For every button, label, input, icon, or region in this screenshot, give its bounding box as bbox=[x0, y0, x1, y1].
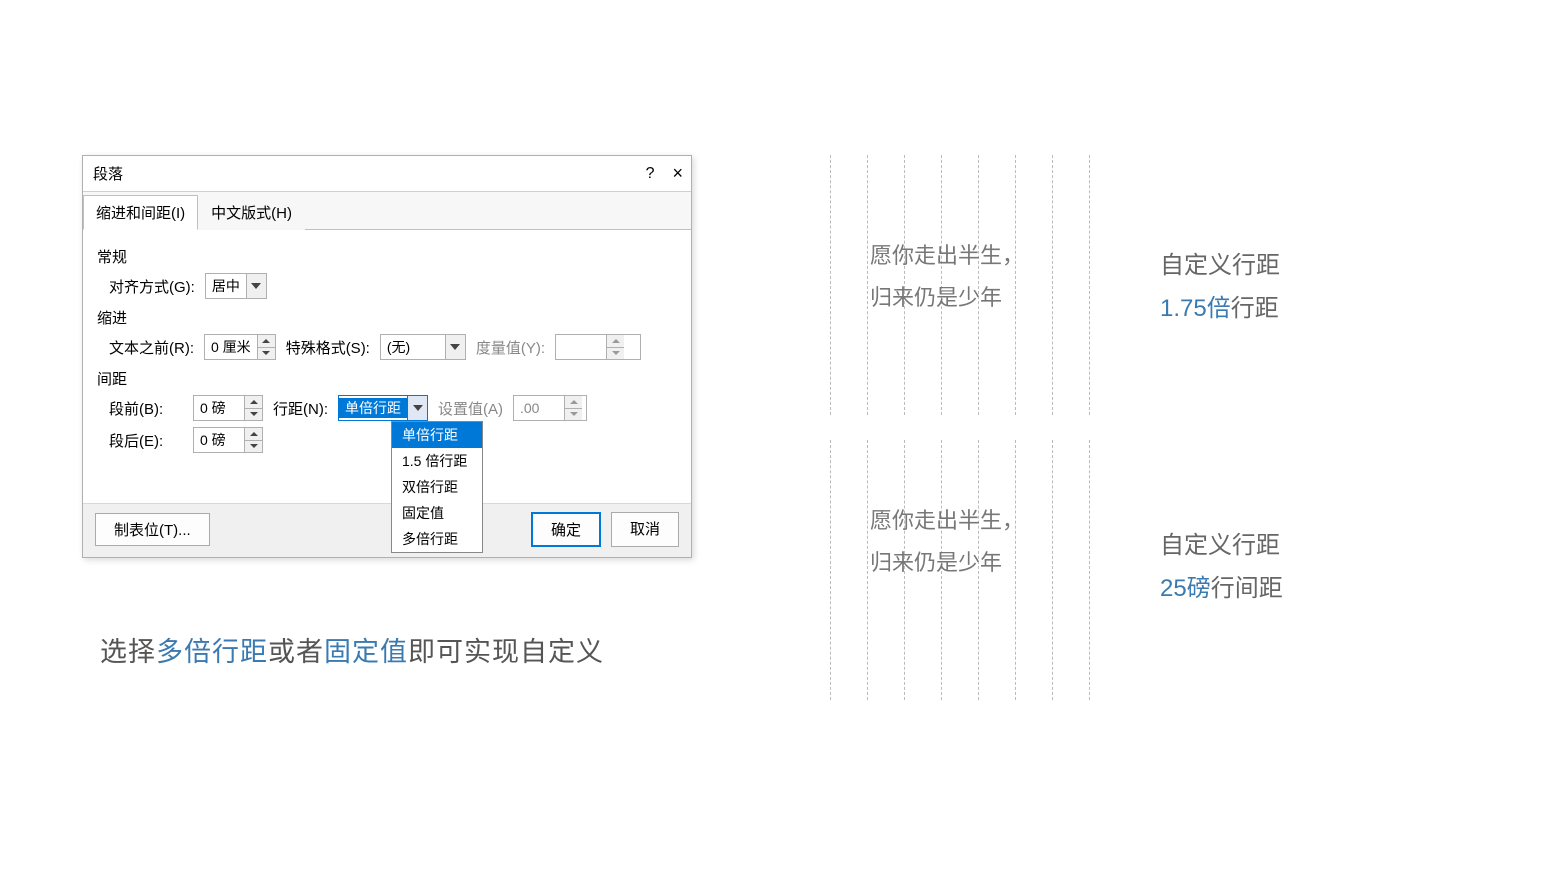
alignment-combo[interactable]: 居中 bbox=[205, 273, 267, 299]
before-para-value: 0 磅 bbox=[194, 396, 244, 420]
annotation-label: 自定义行距 bbox=[1160, 525, 1283, 560]
chevron-down-icon bbox=[407, 396, 427, 420]
dropdown-item-fixed[interactable]: 固定值 bbox=[392, 500, 482, 526]
tab-indent-spacing[interactable]: 缩进和间距(I) bbox=[83, 195, 198, 230]
spinner-up-icon[interactable] bbox=[565, 396, 582, 409]
special-format-combo[interactable]: (无) bbox=[380, 334, 466, 360]
alignment-value: 居中 bbox=[206, 276, 246, 296]
caption-highlight: 多倍行距 bbox=[156, 637, 268, 667]
dropdown-item-1-5[interactable]: 1.5 倍行距 bbox=[392, 448, 482, 474]
special-format-value: (无) bbox=[381, 337, 445, 357]
text-before-value: 0 厘米 bbox=[205, 335, 257, 359]
spinner-down-icon[interactable] bbox=[565, 409, 582, 421]
spinner-up-icon[interactable] bbox=[245, 428, 262, 441]
line-spacing-value: 单倍行距 bbox=[339, 398, 407, 418]
cancel-button-label: 取消 bbox=[630, 521, 660, 538]
spinner-up-icon[interactable] bbox=[258, 335, 275, 348]
annotation-suffix: 行距 bbox=[1231, 295, 1279, 322]
text-before-spinner[interactable]: 0 厘米 bbox=[204, 334, 276, 360]
sample-text-2: 愿你走出半生， 归来仍是少年 bbox=[870, 500, 1024, 584]
paragraph-dialog: 段落 ? × 缩进和间距(I) 中文版式(H) 常规 对齐方式(G): 居中 缩… bbox=[82, 155, 692, 558]
annotation-label: 自定义行距 bbox=[1160, 245, 1280, 280]
spinner-up-icon[interactable] bbox=[245, 396, 262, 409]
before-para-spinner[interactable]: 0 磅 bbox=[193, 395, 263, 421]
sample-line: 归来仍是少年 bbox=[870, 277, 1024, 319]
chevron-down-icon bbox=[246, 274, 266, 298]
caption-text: 选择多倍行距或者固定值即可实现自定义 bbox=[100, 630, 604, 669]
ok-button[interactable]: 确定 bbox=[531, 512, 601, 547]
tab-label: 缩进和间距(I) bbox=[96, 205, 185, 222]
alignment-label: 对齐方式(G): bbox=[109, 276, 195, 297]
annotation-2: 自定义行距 25磅行间距 bbox=[1160, 525, 1283, 603]
ok-button-label: 确定 bbox=[551, 522, 581, 539]
after-para-label: 段后(E): bbox=[109, 430, 183, 451]
dialog-body: 常规 对齐方式(G): 居中 缩进 文本之前(R): 0 厘米 特殊格式(S):… bbox=[83, 230, 691, 503]
line-spacing-label: 行距(N): bbox=[273, 398, 328, 419]
tabs-button-label: 制表位(T)... bbox=[114, 522, 191, 539]
spinner-down-icon[interactable] bbox=[258, 348, 275, 360]
caption-part: 或者 bbox=[268, 637, 324, 667]
dialog-titlebar: 段落 ? × bbox=[83, 156, 691, 192]
spinner-down-icon[interactable] bbox=[245, 441, 262, 453]
chevron-down-icon bbox=[445, 335, 465, 359]
dropdown-item-single[interactable]: 单倍行距 bbox=[392, 422, 482, 448]
dropdown-item-double[interactable]: 双倍行距 bbox=[392, 474, 482, 500]
group-indent: 缩进 bbox=[97, 307, 677, 328]
tabs-button[interactable]: 制表位(T)... bbox=[95, 513, 210, 546]
measure-value-label: 度量值(Y): bbox=[476, 337, 545, 358]
line-spacing-dropdown: 单倍行距 1.5 倍行距 双倍行距 固定值 多倍行距 bbox=[391, 421, 483, 553]
group-general: 常规 bbox=[97, 246, 677, 267]
dropdown-item-multiple[interactable]: 多倍行距 bbox=[392, 526, 482, 552]
set-value-spinner[interactable]: .00 bbox=[513, 395, 587, 421]
annotation-number: 1.75倍 bbox=[1160, 295, 1231, 322]
close-icon[interactable]: × bbox=[672, 163, 683, 184]
text-before-label: 文本之前(R): bbox=[109, 337, 194, 358]
annotation-1: 自定义行距 1.75倍行距 bbox=[1160, 245, 1280, 323]
sample-line: 愿你走出半生， bbox=[870, 235, 1024, 277]
cancel-button[interactable]: 取消 bbox=[611, 512, 679, 547]
group-spacing: 间距 bbox=[97, 368, 677, 389]
before-para-label: 段前(B): bbox=[109, 398, 183, 419]
caption-part: 即可实现自定义 bbox=[408, 637, 604, 667]
dialog-tabs: 缩进和间距(I) 中文版式(H) bbox=[83, 192, 691, 230]
dialog-footer: 制表位(T)... 确定 取消 bbox=[83, 503, 691, 557]
sample-text-1: 愿你走出半生， 归来仍是少年 bbox=[870, 235, 1024, 319]
annotation-number: 25磅 bbox=[1160, 575, 1211, 602]
sample-line: 愿你走出半生， bbox=[870, 500, 1024, 542]
sample-line: 归来仍是少年 bbox=[870, 542, 1024, 584]
tab-label: 中文版式(H) bbox=[211, 205, 292, 222]
line-spacing-combo[interactable]: 单倍行距 bbox=[338, 395, 428, 421]
special-format-label: 特殊格式(S): bbox=[286, 337, 370, 358]
measure-value-spinner[interactable] bbox=[555, 334, 641, 360]
spinner-up-icon[interactable] bbox=[607, 335, 624, 348]
after-para-value: 0 磅 bbox=[194, 428, 244, 452]
caption-highlight: 固定值 bbox=[324, 637, 408, 667]
annotation-suffix: 行间距 bbox=[1211, 575, 1283, 602]
tab-chinese-layout[interactable]: 中文版式(H) bbox=[198, 195, 305, 230]
set-value-num: .00 bbox=[514, 396, 564, 420]
caption-part: 选择 bbox=[100, 637, 156, 667]
help-button[interactable]: ? bbox=[646, 165, 655, 183]
spinner-down-icon[interactable] bbox=[607, 348, 624, 360]
measure-value bbox=[556, 335, 606, 359]
set-value-label: 设置值(A) bbox=[438, 398, 503, 419]
spinner-down-icon[interactable] bbox=[245, 409, 262, 421]
after-para-spinner[interactable]: 0 磅 bbox=[193, 427, 263, 453]
dialog-title: 段落 bbox=[93, 163, 123, 184]
